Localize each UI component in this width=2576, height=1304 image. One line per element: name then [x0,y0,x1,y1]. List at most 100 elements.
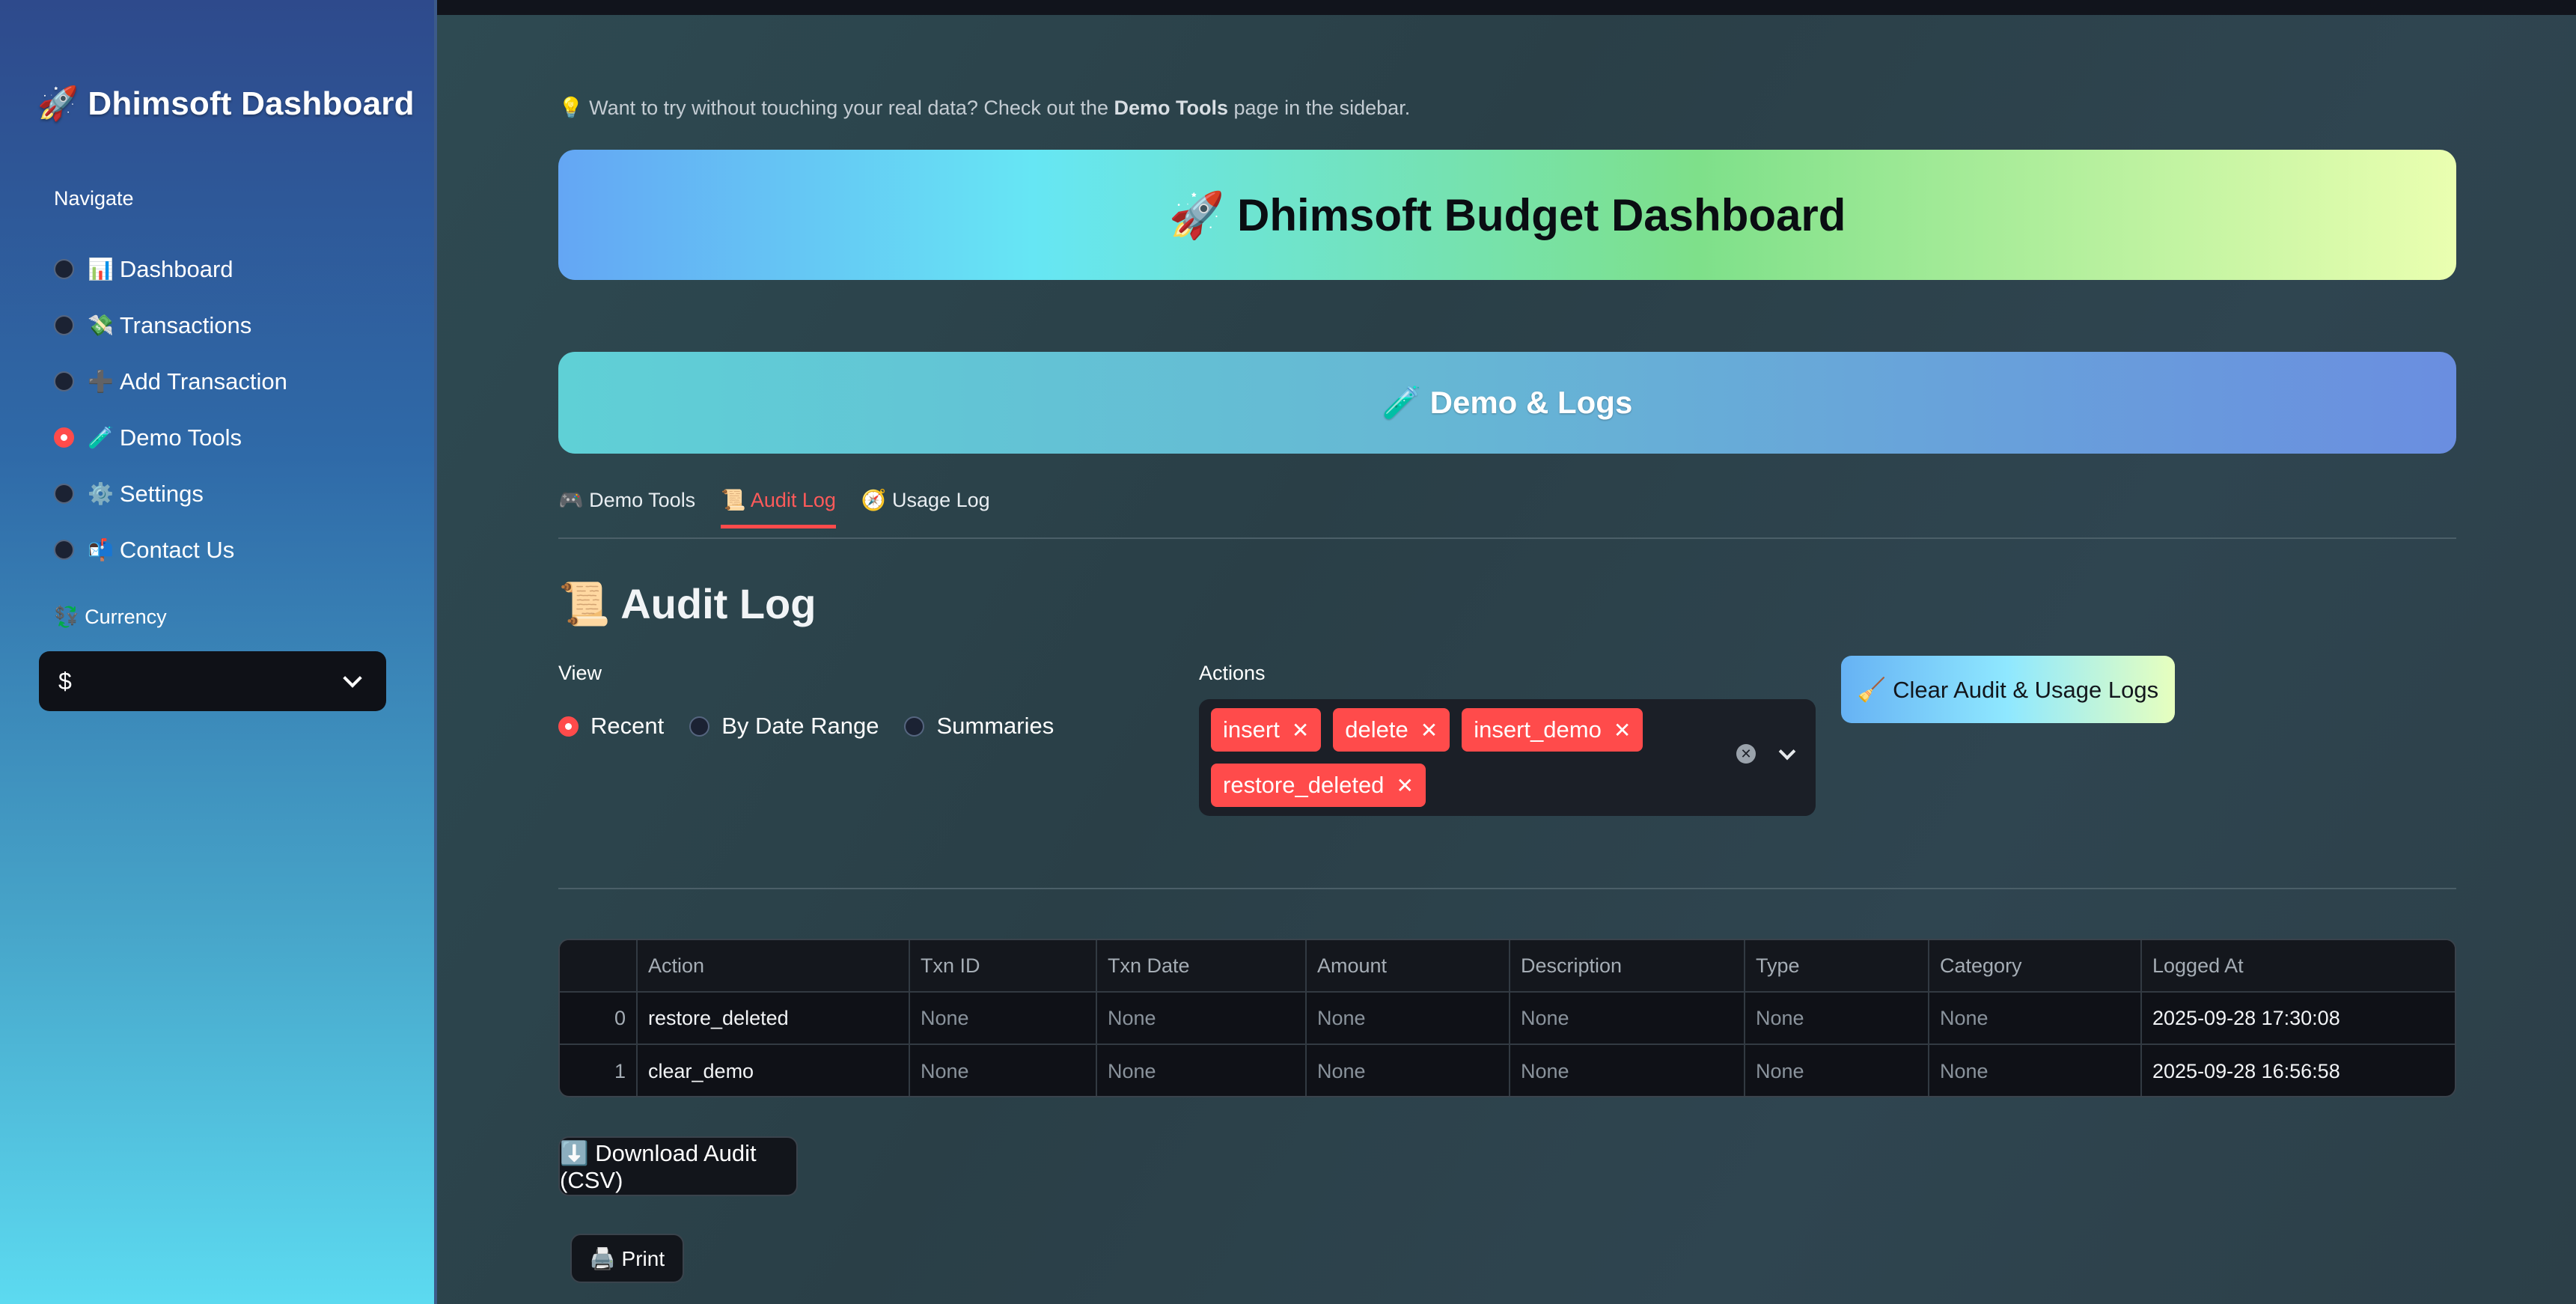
chip-insert-demo[interactable]: insert_demo ✕ [1462,708,1643,752]
tab-audit-log[interactable]: 📜 Audit Log [721,488,836,528]
table-row[interactable]: 0 restore_deleted None None None None No… [560,993,2455,1045]
audit-table[interactable]: Action Txn ID Txn Date Amount Descriptio… [558,939,2456,1097]
section-banner: 🧪 Demo & Logs [558,352,2456,454]
clear-all-icon[interactable]: ✕ [1736,744,1756,764]
chip-label: delete [1345,716,1408,743]
column-header-action[interactable]: Action [638,940,910,991]
view-option-summaries[interactable]: Summaries [904,713,1054,740]
download-audit-button[interactable]: ⬇️ Download Audit (CSV) [558,1136,798,1196]
column-header-txn-id[interactable]: Txn ID [910,940,1097,991]
cell-action[interactable]: clear_demo [638,1045,910,1096]
cell-txn-date[interactable]: None [1097,993,1307,1043]
radio-selected-icon[interactable] [54,427,74,448]
actions-chip-list: insert ✕ delete ✕ insert_demo ✕ restore_… [1211,708,1690,807]
radio-icon[interactable] [54,371,74,391]
actions-multiselect[interactable]: insert ✕ delete ✕ insert_demo ✕ restore_… [1199,699,1816,816]
hero-banner: 🚀 Dhimsoft Budget Dashboard [558,150,2456,280]
cell-type[interactable]: None [1745,1045,1929,1096]
radio-icon[interactable] [689,716,710,737]
print-button[interactable]: 🖨️ Print [570,1234,684,1283]
remove-chip-icon[interactable]: ✕ [1614,718,1631,743]
nav-radio-group: 📊 Dashboard 💸 Transactions ➕ Add Transac… [54,241,287,578]
clear-logs-button[interactable]: 🧹 Clear Audit & Usage Logs [1841,656,2175,723]
chip-restore-deleted[interactable]: restore_deleted ✕ [1211,764,1426,807]
navigate-label: Navigate [54,187,134,210]
cell-amount[interactable]: None [1307,1045,1510,1096]
chevron-down-icon [343,668,362,688]
cell-txn-id[interactable]: None [910,1045,1097,1096]
cell-description[interactable]: None [1510,993,1745,1043]
view-option-label: Recent [590,713,665,739]
radio-icon[interactable] [54,315,74,335]
cell-description[interactable]: None [1510,1045,1745,1096]
remove-chip-icon[interactable]: ✕ [1396,773,1413,798]
currency-select[interactable]: $ [39,651,386,711]
radio-icon[interactable] [904,716,925,737]
tab-demo-tools[interactable]: 🎮 Demo Tools [558,488,695,528]
nav-item-settings[interactable]: ⚙️ Settings [54,466,287,522]
chip-label: insert [1223,716,1280,743]
multiselect-controls: ✕ [1736,743,1796,764]
section-divider [558,888,2456,889]
column-header-amount[interactable]: Amount [1307,940,1510,991]
view-radio-group: Recent By Date Range Summaries [558,713,1054,740]
remove-chip-icon[interactable]: ✕ [1420,718,1438,743]
view-option-label: Summaries [936,713,1054,739]
radio-icon[interactable] [54,484,74,504]
radio-selected-icon[interactable] [558,716,579,737]
nav-item-dashboard[interactable]: 📊 Dashboard [54,241,287,297]
view-option-recent[interactable]: Recent [558,713,664,740]
table-row[interactable]: 1 clear_demo None None None None None No… [560,1045,2455,1096]
sidebar: 🚀 Dhimsoft Dashboard Navigate 📊 Dashboar… [0,0,437,1304]
chip-label: insert_demo [1474,716,1602,743]
nav-item-demo-tools[interactable]: 🧪 Demo Tools [54,409,287,466]
radio-icon[interactable] [54,540,74,560]
nav-item-label: Transactions [119,311,252,338]
chip-insert[interactable]: insert ✕ [1211,708,1322,752]
tab-usage-log[interactable]: 🧭 Usage Log [861,488,990,528]
cell-category[interactable]: None [1929,1045,2142,1096]
gear-icon: ⚙️ [88,482,114,505]
cell-logged-at[interactable]: 2025-09-28 17:30:08 [2142,993,2455,1043]
view-option-label: By Date Range [721,713,879,739]
nav-item-label: Add Transaction [119,368,287,394]
mailbox-icon: 📬 [88,538,114,561]
view-option-by-date-range[interactable]: By Date Range [689,713,879,740]
main-content: 💡 Want to try without touching your real… [437,0,2576,1304]
chart-icon: 📊 [88,258,114,281]
remove-chip-icon[interactable]: ✕ [1292,718,1309,743]
cell-logged-at[interactable]: 2025-09-28 16:56:58 [2142,1045,2455,1096]
cell-type[interactable]: None [1745,993,1929,1043]
column-header-type[interactable]: Type [1745,940,1929,991]
column-header-txn-date[interactable]: Txn Date [1097,940,1307,991]
app-root: 🚀 Dhimsoft Dashboard Navigate 📊 Dashboar… [0,0,2576,1304]
nav-item-contact-us[interactable]: 📬 Contact Us [54,522,287,578]
column-header-description[interactable]: Description [1510,940,1745,991]
cell-category[interactable]: None [1929,993,2142,1043]
top-header-bar [437,0,2576,15]
chevron-down-icon[interactable] [1778,743,1796,761]
tabs-divider [558,537,2456,539]
currency-label: 💱 Currency [54,606,167,628]
cell-txn-date[interactable]: None [1097,1045,1307,1096]
cell-txn-id[interactable]: None [910,993,1097,1043]
cell-amount[interactable]: None [1307,993,1510,1043]
column-header-logged-at[interactable]: Logged At [2142,940,2455,991]
cell-action[interactable]: restore_deleted [638,993,910,1043]
hint-bold: Demo Tools [1114,97,1229,119]
nav-item-label: Settings [119,480,204,507]
nav-item-add-transaction[interactable]: ➕ Add Transaction [54,353,287,409]
column-header-category[interactable]: Category [1929,940,2142,991]
view-label: View [558,662,602,684]
chip-delete[interactable]: delete ✕ [1333,708,1450,752]
chip-label: restore_deleted [1223,772,1385,798]
nav-item-label: Contact Us [119,536,235,563]
hint-suffix: page in the sidebar. [1228,97,1411,119]
row-index: 0 [560,993,638,1043]
currency-value: $ [58,667,72,695]
nav-item-transactions[interactable]: 💸 Transactions [54,297,287,353]
hint-prefix: 💡 Want to try without touching your real… [558,97,1114,119]
nav-item-label: Demo Tools [119,424,242,451]
radio-icon[interactable] [54,259,74,279]
brand-title: 🚀 Dhimsoft Dashboard [37,85,415,122]
